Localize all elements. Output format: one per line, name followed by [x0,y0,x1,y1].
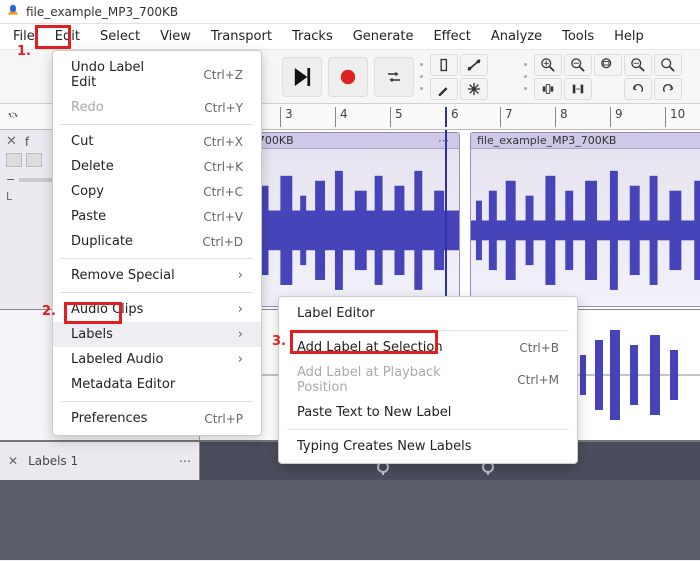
menu-labeled-audio[interactable]: Labeled Audio› [53,347,261,372]
menu-delete[interactable]: DeleteCtrl+K [53,154,261,179]
toolbar-separator [524,59,528,95]
menu-analyze[interactable]: Analyze [482,26,551,47]
empty-track-area[interactable] [0,480,700,560]
menu-metadata-editor[interactable]: Metadata Editor [53,372,261,397]
app-icon [6,3,20,21]
submenu-add-label-selection[interactable]: Add Label at SelectionCtrl+B [279,335,577,360]
close-track-icon[interactable]: ✕ [6,134,17,149]
menu-view[interactable]: View [151,26,200,47]
track-name: f [25,135,29,149]
labels-submenu: Label Editor Add Label at SelectionCtrl+… [278,296,578,464]
draw-tool-icon[interactable] [430,78,458,100]
tick: 7 [500,107,513,127]
clip-name: file_example_MP3_700KB [477,134,616,147]
annotation-3: 3. [272,334,286,349]
zoom-group [534,54,682,100]
tick: 9 [610,107,623,127]
multi-tool-icon[interactable] [460,78,488,100]
envelope-tool-icon[interactable] [460,54,488,76]
track-waveform-area[interactable]: ple_MP3_700KB ⋯ file_example_MP3_700KB [200,130,700,309]
close-labels-icon[interactable]: ✕ [8,454,18,468]
redo-icon[interactable] [654,78,682,100]
submenu-paste-text-label[interactable]: Paste Text to New Label [279,400,577,425]
silence-icon[interactable] [564,78,592,100]
play-button[interactable] [282,57,322,97]
ruler-ticks: 3 4 5 6 7 8 9 10 11 [200,104,700,129]
tick: 8 [555,107,568,127]
loop-button[interactable] [374,57,414,97]
edit-dropdown: Undo Label EditCtrl+Z RedoCtrl+Y CutCtrl… [52,50,262,436]
submenu-add-label-playback[interactable]: Add Label at Playback PositionCtrl+M [279,360,577,400]
menu-paste[interactable]: PasteCtrl+V [53,204,261,229]
zoom-in-icon[interactable] [534,54,562,76]
tick: 4 [335,107,348,127]
labels-menu-icon[interactable]: ⋯ [179,454,191,468]
tick: 5 [390,107,403,127]
menu-audio-clips[interactable]: Audio Clips› [53,297,261,322]
ruler-gear-icon[interactable] [6,108,20,126]
labels-track-name: Labels 1 [28,454,78,468]
trim-icon[interactable] [534,78,562,100]
selection-tool-icon[interactable] [430,54,458,76]
mute-button[interactable] [6,153,22,167]
title-bar: file_example_MP3_700KB [0,0,700,24]
submenu-label-editor[interactable]: Label Editor [279,301,577,326]
playhead[interactable] [445,130,447,309]
audio-clip[interactable]: file_example_MP3_700KB ⋯ [470,132,700,307]
fit-project-icon[interactable] [624,54,652,76]
zoom-toggle-icon[interactable] [654,54,682,76]
menu-generate[interactable]: Generate [344,26,423,47]
fit-selection-icon[interactable] [594,54,622,76]
tool-group [430,54,518,100]
menu-edit[interactable]: Edit [46,26,89,47]
menu-remove-special[interactable]: Remove Special› [53,263,261,288]
undo-icon[interactable] [624,78,652,100]
tick: 10 [665,107,685,127]
record-button[interactable] [328,57,368,97]
menu-undo[interactable]: Undo Label EditCtrl+Z [53,55,261,95]
annotation-1: 1. [17,44,31,59]
menu-copy[interactable]: CopyCtrl+C [53,179,261,204]
submenu-typing-creates[interactable]: Typing Creates New Labels [279,434,577,459]
menu-help[interactable]: Help [605,26,653,47]
menu-preferences[interactable]: PreferencesCtrl+P [53,406,261,431]
pan-left-label: L [6,190,12,203]
toolbar-separator [420,59,424,95]
zoom-out-icon[interactable] [564,54,592,76]
labels-panel[interactable]: ✕ Labels 1 ⋯ [0,442,200,480]
annotation-2: 2. [42,304,56,319]
tick: 6 [445,107,459,127]
menu-tools[interactable]: Tools [553,26,603,47]
window-title: file_example_MP3_700KB [26,5,178,19]
menu-bar: File Edit Select View Transport Tracks G… [0,24,700,50]
menu-redo[interactable]: RedoCtrl+Y [53,95,261,120]
menu-transport[interactable]: Transport [202,26,281,47]
menu-tracks[interactable]: Tracks [283,26,342,47]
tick: 3 [280,107,293,127]
solo-button[interactable] [26,153,42,167]
menu-effect[interactable]: Effect [424,26,479,47]
menu-select[interactable]: Select [91,26,149,47]
menu-cut[interactable]: CutCtrl+X [53,129,261,154]
menu-duplicate[interactable]: DuplicateCtrl+D [53,229,261,254]
menu-labels[interactable]: Labels› [53,322,261,347]
clip-menu-icon[interactable]: ⋯ [434,134,453,147]
